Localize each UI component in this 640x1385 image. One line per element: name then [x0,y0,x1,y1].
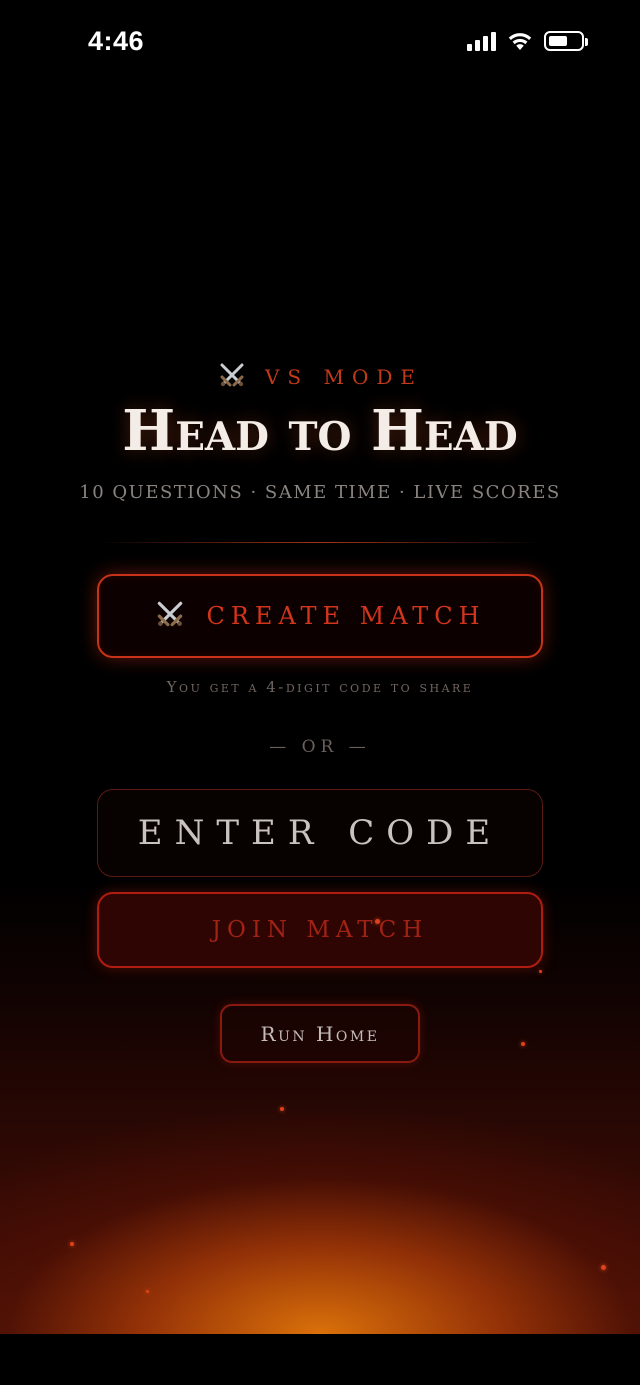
mode-kicker: VS MODE [0,360,640,394]
battery-icon [544,31,588,51]
create-match-button[interactable]: CREATE MATCH [97,574,543,658]
code-input[interactable] [97,789,543,877]
status-time: 4:46 [88,26,145,56]
battery-cap [585,38,588,46]
join-match-button[interactable]: JOIN MATCH [97,892,543,968]
ember-particle [521,1042,525,1046]
divider [96,542,544,543]
app-screen: 4:46 VS MODE Head to Head 10 QUESTIONS ·… [0,0,640,1334]
run-home-label: Run Home [260,1021,380,1046]
ember-particle [375,919,380,924]
ember-particle [280,1107,284,1111]
join-match-label: JOIN MATCH [211,917,429,943]
crossed-swords-icon [154,598,186,634]
battery-level [549,36,567,46]
bottom-band [0,1334,640,1385]
page-subtitle: 10 QUESTIONS · SAME TIME · LIVE SCORES [79,482,561,503]
ember-particle [539,970,542,973]
ember-particle [146,1290,149,1293]
cellular-signal-icon [467,31,496,51]
page-title: Head to Head [122,398,518,464]
ember-particle [601,1265,606,1270]
ember-particle [70,1242,74,1246]
wifi-icon [508,33,532,50]
kicker-label: VS MODE [264,365,423,389]
crossed-swords-icon [217,360,247,394]
run-home-button[interactable]: Run Home [220,1004,420,1063]
or-separator: — OR — [269,737,371,757]
create-hint: You get a 4-digit code to share [166,678,474,696]
status-icons [467,30,588,52]
create-match-label: CREATE MATCH [206,602,486,630]
